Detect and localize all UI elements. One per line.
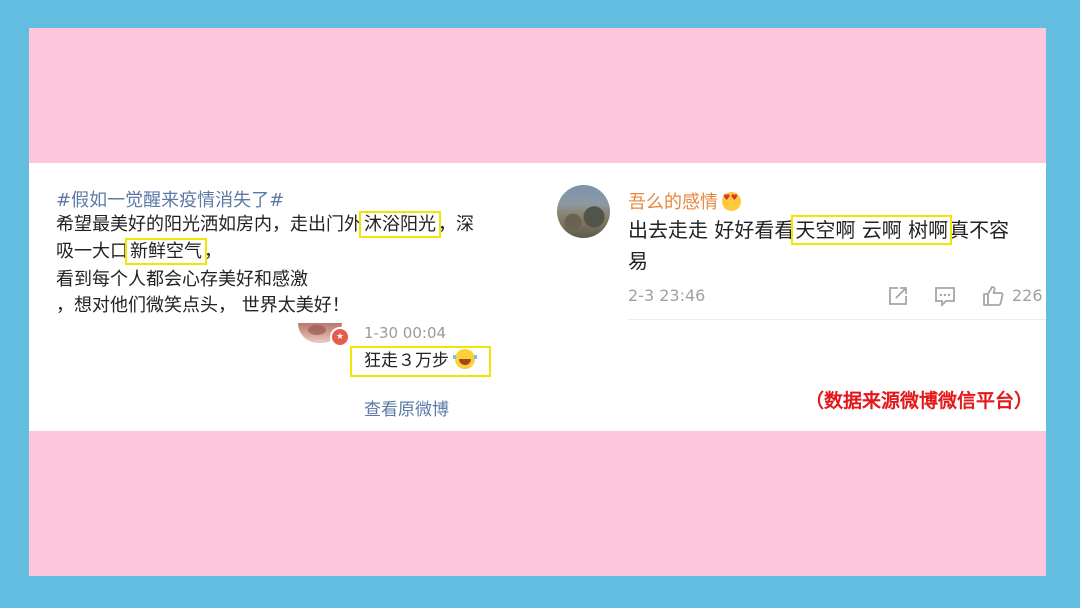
laugh-emoji-icon bbox=[453, 349, 477, 369]
post-text: ， bbox=[204, 241, 222, 262]
comment-icon[interactable] bbox=[934, 285, 956, 307]
post-text-line-1: 希望最美好的阳光洒如房内，走出门外 沐浴阳光 ，深 bbox=[56, 211, 474, 238]
commenter-name[interactable]: 吾么的感情 bbox=[628, 188, 741, 214]
post-text-line-4: ，想对他们微笑点头， 世界太美好！ bbox=[56, 295, 350, 316]
share-icon[interactable] bbox=[887, 285, 909, 307]
hashtag-link[interactable]: #假如一觉醒来疫情消失了# bbox=[56, 186, 284, 212]
comment-text-line-2: 易 bbox=[628, 249, 648, 273]
post-text: 希望最美好的阳光洒如房内，走出门外 bbox=[56, 214, 362, 235]
reply-text: 狂走３万步 bbox=[364, 351, 449, 371]
comment-text: 出去走走 好好看看 bbox=[628, 218, 795, 242]
post-text-line-2: 吸一大口 新鲜空气， bbox=[56, 238, 222, 265]
reply-timestamp: 1-30 00:04 bbox=[364, 324, 447, 342]
commenter-name-text[interactable]: 吾么的感情 bbox=[628, 192, 718, 213]
comment-text: 真不容 bbox=[949, 218, 1010, 242]
comment-text-line-1: 出去走走 好好看看天空啊 云啊 树啊真不容 bbox=[628, 215, 1010, 245]
data-source-note: （数据来源微博微信平台） bbox=[805, 390, 1034, 412]
vip-badge-icon: ★ bbox=[330, 327, 350, 347]
view-original-link[interactable]: 查看原微博 bbox=[364, 395, 449, 420]
reply-text-highlighted: 狂走３万步 bbox=[350, 346, 491, 377]
post-text: ，深 bbox=[438, 214, 474, 235]
love-eyes-emoji-icon bbox=[722, 192, 741, 211]
divider bbox=[628, 319, 1046, 320]
like-count: 226 bbox=[1012, 286, 1043, 305]
like-icon[interactable] bbox=[982, 285, 1004, 307]
highlight-sky-clouds-trees: 天空啊 云啊 树啊 bbox=[791, 215, 953, 245]
comment-date: 2-3 23:46 bbox=[628, 286, 706, 305]
post-text-line-3: 看到每个人都会心存美好和感激 bbox=[56, 269, 308, 290]
post-text: 吸一大口 bbox=[56, 241, 128, 262]
highlight-sunbathe: 沐浴阳光 bbox=[359, 211, 441, 238]
commenter-avatar[interactable] bbox=[557, 185, 610, 238]
highlight-fresh-air: 新鲜空气 bbox=[125, 238, 207, 265]
